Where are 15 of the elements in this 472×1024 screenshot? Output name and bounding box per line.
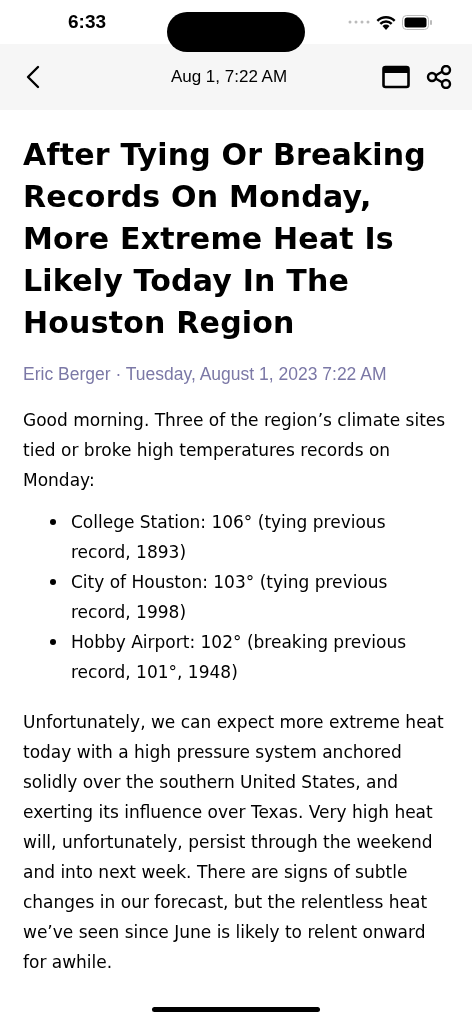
bullet-icon (50, 579, 56, 585)
byline: Eric Berger · Tuesday, August 1, 2023 7:22 AM (23, 364, 388, 385)
wifi-icon (376, 14, 396, 30)
signal-icon (348, 20, 370, 24)
battery-icon (402, 14, 432, 30)
list-item: Hobby Airport: 102° (breaking previous record, 101°, 1948) (71, 631, 408, 684)
status-time: 6:33 (68, 11, 108, 33)
bullet-icon (50, 639, 56, 645)
paragraph: Good morning. Three of the region’s climate sites tied or broke high temperatures records on Monday: (23, 409, 447, 492)
paragraph: Unfortunately, we can expect more extreme heat today with a high pressure system anchored solidly over the southern United States, and exerting its influence over Texas. Very high heat will, unfortunately, persist through the weekend and into next week. There are signs of subtle changes in our forecast, but the relentless heat we’ve seen since June is likely to relent onward for awhile. (23, 711, 445, 974)
nav-title: Aug 1, 7:22 AM (169, 67, 289, 87)
list-item: City of Houston: 103° (tying previous record, 1998) (71, 571, 389, 624)
bullet-icon (50, 519, 56, 525)
article-title: After Tying Or Breaking Records On Monday, More Extreme Heat Is Likely Today In The Houston Region (23, 136, 427, 342)
list-item: College Station: 106° (tying previous record, 1893) (71, 511, 387, 564)
